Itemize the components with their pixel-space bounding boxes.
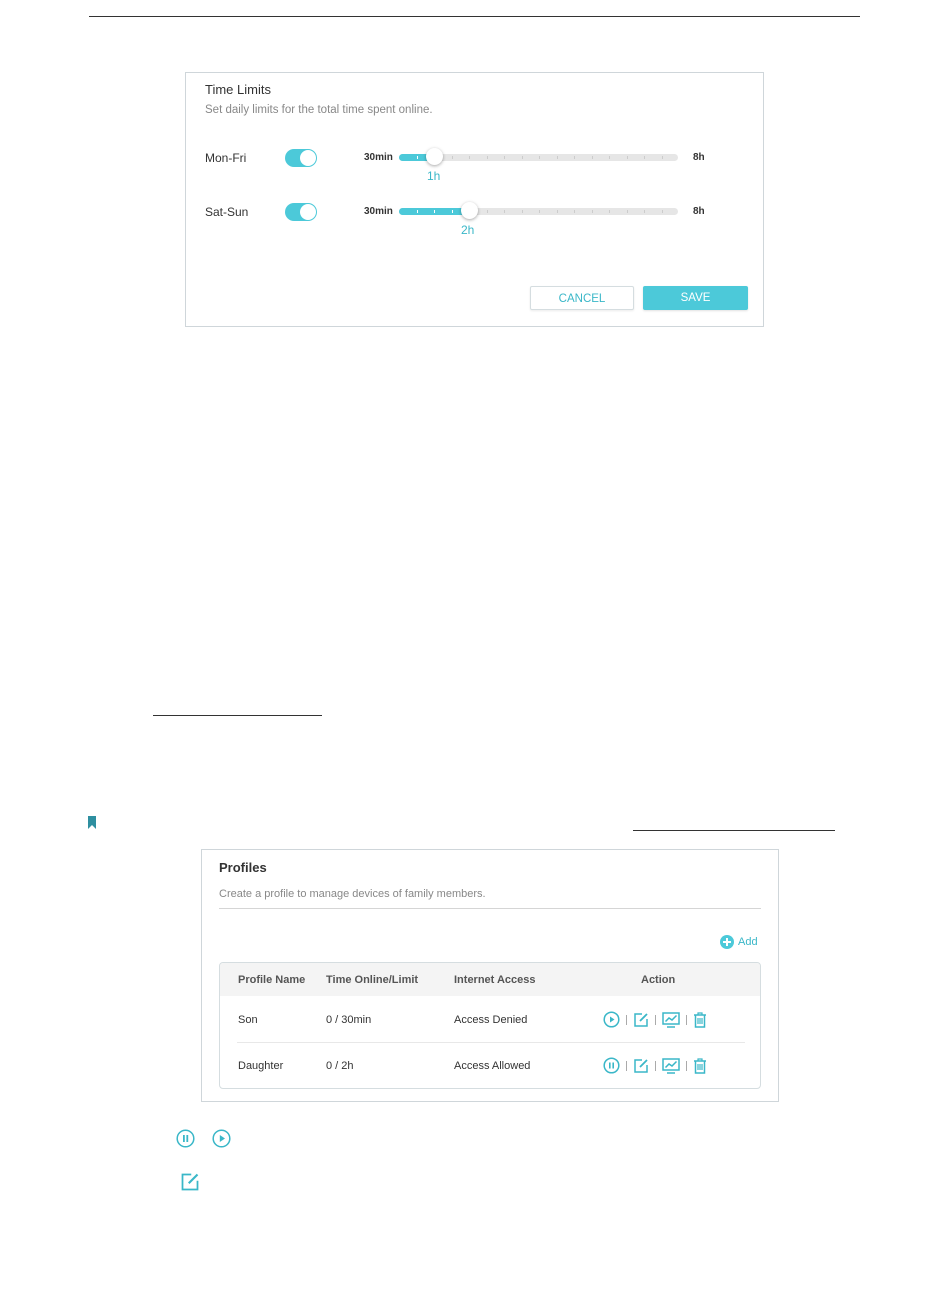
column-header-time: Time Online/Limit [326,974,419,986]
access-cell: Access Denied [454,1014,528,1026]
trash-icon[interactable] [693,1011,707,1028]
plus-circle-icon [720,935,734,949]
weekday-slider-thumb[interactable] [426,148,443,165]
add-label: Add [738,936,758,948]
edit-icon[interactable] [633,1058,649,1074]
bookmark-icon [88,816,96,829]
row-divider [237,1042,745,1043]
document-link-underline[interactable] [153,715,322,716]
weekend-slider[interactable] [399,202,678,219]
column-header-internet-access: Internet Access [454,974,536,986]
cancel-button[interactable]: CANCEL [530,286,634,310]
row-actions [603,1011,707,1028]
profiles-description: Create a profile to manage devices of fa… [219,888,486,900]
page-header-rule [89,16,860,17]
weekday-min-label: 30min [364,152,393,163]
divider [219,908,761,909]
row-actions [603,1057,707,1074]
weekday-slider[interactable] [399,148,678,165]
time-cell: 0 / 2h [326,1060,354,1072]
pause-icon [176,1129,195,1148]
play-icon [212,1129,231,1148]
chart-icon[interactable] [662,1011,680,1028]
weekend-max-label: 8h [693,206,705,217]
edit-icon [181,1173,199,1191]
pause-icon[interactable] [603,1057,620,1074]
weekend-toggle[interactable] [285,203,317,221]
time-limits-description: Set daily limits for the total time spen… [205,104,433,116]
document-link-underline[interactable] [633,830,835,831]
weekend-value-label: 2h [461,223,475,237]
weekend-slider-thumb[interactable] [461,202,478,219]
weekday-max-label: 8h [693,152,705,163]
column-header-profile-name: Profile Name [238,974,306,986]
profile-name-cell: Son [238,1014,258,1026]
add-profile-button[interactable]: Add [720,935,758,949]
profiles-table: Profile Name Time Online/Limit Internet … [219,962,761,1089]
chart-icon[interactable] [662,1057,680,1074]
profiles-panel: Profiles Create a profile to manage devi… [201,849,779,1102]
profile-name-cell: Daughter [238,1060,284,1072]
weekend-min-label: 30min [364,206,393,217]
trash-icon[interactable] [693,1057,707,1074]
save-button[interactable]: SAVE [643,286,748,310]
weekday-toggle[interactable] [285,149,317,167]
profiles-title: Profiles [219,860,267,875]
time-limits-title: Time Limits [205,82,271,97]
play-icon[interactable] [603,1011,620,1028]
weekday-value-label: 1h [427,169,441,183]
weekday-label: Mon-Fri [205,151,247,165]
weekend-label: Sat-Sun [205,205,249,219]
edit-icon[interactable] [633,1012,649,1028]
access-cell: Access Allowed [454,1060,531,1072]
column-header-action: Action [641,974,676,986]
time-cell: 0 / 30min [326,1014,372,1026]
table-header: Profile Name Time Online/Limit Internet … [220,963,760,996]
time-limits-panel: Time Limits Set daily limits for the tot… [185,72,764,327]
